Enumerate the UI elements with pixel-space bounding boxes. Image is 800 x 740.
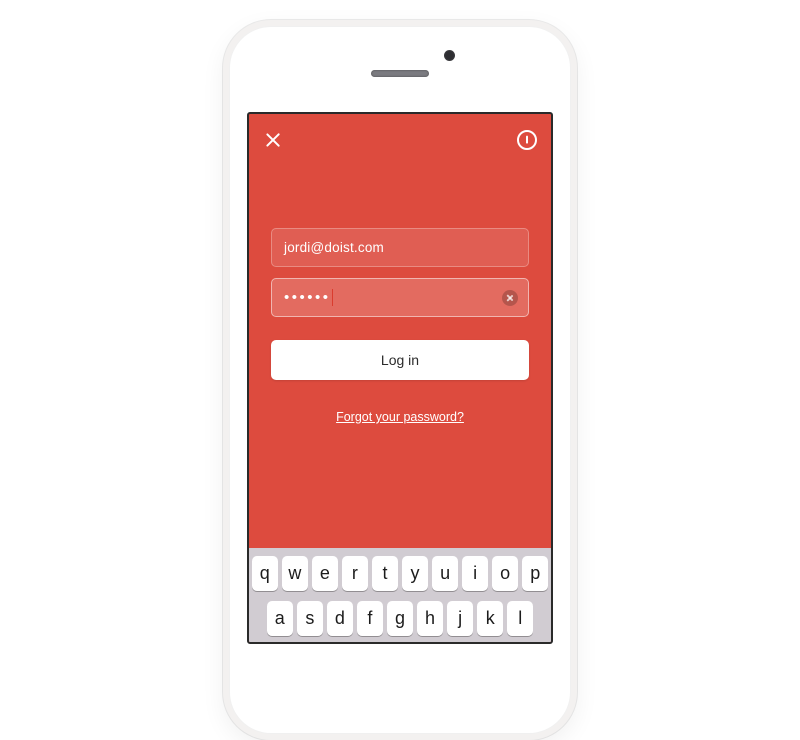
app-screen: jordi@doist.com •••••• Log in Forgot you… — [247, 112, 553, 644]
close-icon[interactable] — [263, 130, 283, 150]
key-g[interactable]: g — [387, 601, 413, 636]
key-d[interactable]: d — [327, 601, 353, 636]
keyboard-row-1: q w e r t y u i o p — [252, 556, 548, 591]
key-a[interactable]: a — [267, 601, 293, 636]
key-w[interactable]: w — [282, 556, 308, 591]
key-r[interactable]: r — [342, 556, 368, 591]
speaker-grille — [371, 70, 429, 77]
key-l[interactable]: l — [507, 601, 533, 636]
forgot-password-link[interactable]: Forgot your password? — [336, 410, 464, 424]
key-t[interactable]: t — [372, 556, 398, 591]
key-s[interactable]: s — [297, 601, 323, 636]
keyboard-row-2: a s d f g h j k l — [252, 601, 548, 636]
password-masked: •••••• — [284, 290, 331, 305]
email-value: jordi@doist.com — [284, 240, 384, 255]
key-q[interactable]: q — [252, 556, 278, 591]
clear-password-icon[interactable] — [502, 290, 518, 306]
key-h[interactable]: h — [417, 601, 443, 636]
key-k[interactable]: k — [477, 601, 503, 636]
login-button[interactable]: Log in — [271, 340, 529, 380]
login-form: jordi@doist.com •••••• Log in Forgot you… — [249, 166, 551, 548]
email-field[interactable]: jordi@doist.com — [271, 228, 529, 267]
key-f[interactable]: f — [357, 601, 383, 636]
onepassword-icon[interactable] — [517, 130, 537, 150]
phone-inner-shell: jordi@doist.com •••••• Log in Forgot you… — [229, 26, 571, 734]
phone-frame: jordi@doist.com •••••• Log in Forgot you… — [223, 20, 577, 740]
top-bar — [249, 114, 551, 166]
key-j[interactable]: j — [447, 601, 473, 636]
key-o[interactable]: o — [492, 556, 518, 591]
key-u[interactable]: u — [432, 556, 458, 591]
soft-keyboard: q w e r t y u i o p a s d f g h — [249, 548, 551, 642]
key-y[interactable]: y — [402, 556, 428, 591]
key-i[interactable]: i — [462, 556, 488, 591]
key-p[interactable]: p — [522, 556, 548, 591]
key-e[interactable]: e — [312, 556, 338, 591]
text-caret — [332, 289, 334, 306]
password-field[interactable]: •••••• — [271, 278, 529, 317]
camera-dot — [444, 50, 455, 61]
